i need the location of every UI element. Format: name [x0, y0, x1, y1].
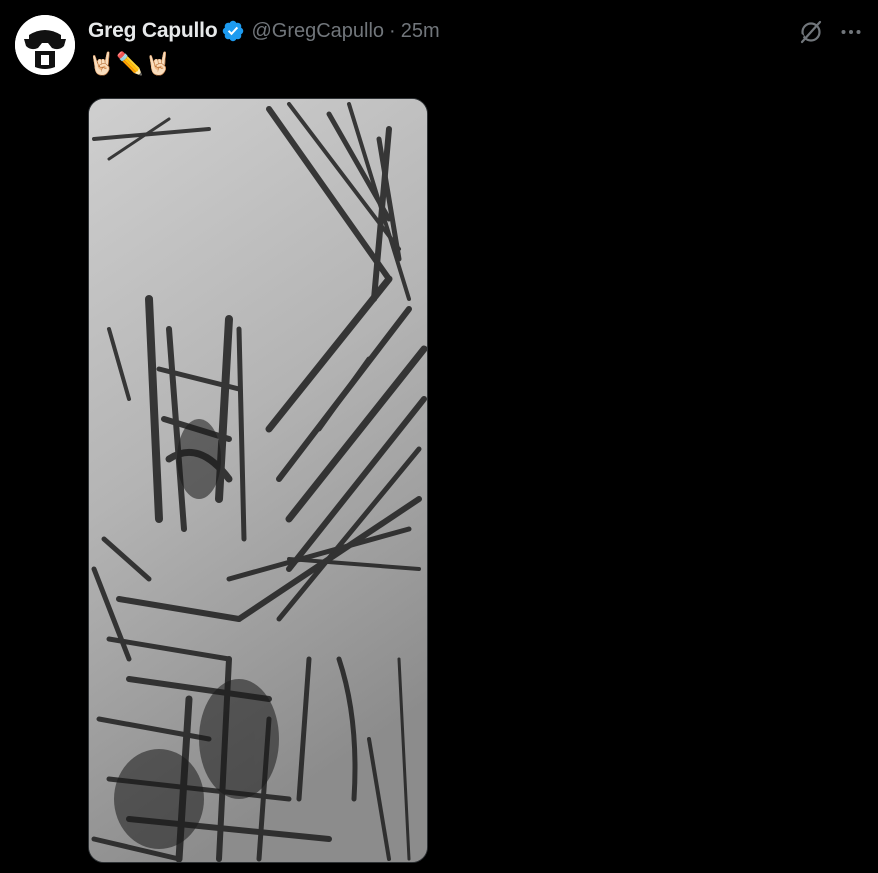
verified-badge-icon[interactable] — [221, 19, 245, 43]
pencil-sketch-image — [89, 99, 427, 862]
tweet-card[interactable]: Greg Capullo @GregCapullo · 25m 🤘🏻✏️🤘🏻 — [0, 0, 878, 873]
author-avatar[interactable] — [15, 15, 75, 75]
tweet-timestamp[interactable]: 25m — [401, 20, 440, 43]
grok-icon[interactable] — [797, 18, 825, 46]
author-display-name[interactable]: Greg Capullo — [88, 19, 218, 43]
sunglasses-face-avatar-icon — [15, 15, 75, 75]
author-handle[interactable]: @GregCapullo — [251, 20, 384, 43]
tweet-text: 🤘🏻✏️🤘🏻 — [88, 52, 174, 77]
tweet-header: Greg Capullo @GregCapullo · 25m — [88, 17, 440, 45]
tweet-media-image[interactable] — [88, 98, 428, 863]
more-options-icon[interactable] — [837, 18, 865, 46]
header-separator: · — [389, 19, 396, 42]
